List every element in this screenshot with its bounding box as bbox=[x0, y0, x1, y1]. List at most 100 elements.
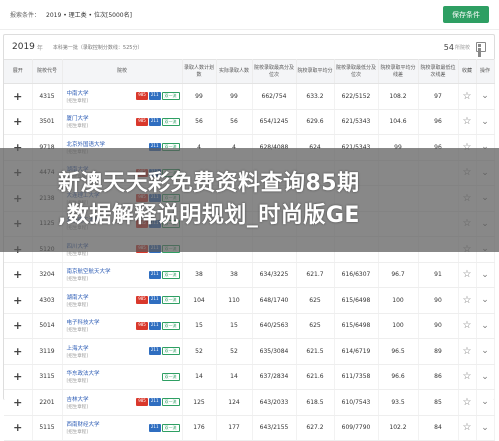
column-header: 收藏 bbox=[458, 59, 477, 84]
lowest-score: 610/7543 bbox=[334, 389, 379, 416]
admit-count: 56 bbox=[216, 109, 253, 135]
school-tag: 双一流 bbox=[161, 296, 180, 304]
action-cell[interactable]: ⌄ bbox=[476, 338, 495, 365]
chevron-down-icon[interactable]: ⌄ bbox=[481, 321, 489, 331]
column-header[interactable]: 院校录取最高分及位次 bbox=[252, 59, 297, 84]
expand-cell[interactable]: + bbox=[4, 415, 33, 441]
favorite-cell[interactable]: ☆ bbox=[458, 389, 477, 416]
plus-icon[interactable]: + bbox=[13, 370, 22, 383]
chevron-down-icon[interactable]: ⌄ bbox=[481, 117, 489, 127]
school-code: 5115 bbox=[32, 415, 63, 441]
average-score: 625 bbox=[296, 287, 335, 314]
chevron-down-icon[interactable]: ⌄ bbox=[481, 91, 489, 101]
favorite-cell[interactable]: ☆ bbox=[458, 262, 477, 288]
school-tags: 双一流 bbox=[161, 372, 180, 381]
plus-icon[interactable]: + bbox=[13, 268, 22, 281]
expand-cell[interactable]: + bbox=[4, 313, 33, 339]
action-cell[interactable]: ⌄ bbox=[476, 83, 495, 110]
table-row: +5014 电子科技大学 [招生章程] 985 211 双一流 15 15 640/2563 62… bbox=[4, 313, 495, 339]
plus-icon[interactable]: + bbox=[13, 115, 22, 128]
school-tags: 985211双一流 bbox=[136, 296, 180, 304]
low-rank-diff: 90 bbox=[418, 313, 459, 339]
highest-score: 654/1245 bbox=[252, 109, 297, 135]
school-tags: 985211双一流 bbox=[136, 398, 180, 406]
school-cell: 电子科技大学 [招生章程] 985 211 双一流 bbox=[62, 313, 183, 339]
column-header[interactable]: 院校录取平均分线差 bbox=[378, 59, 419, 84]
chevron-down-icon[interactable]: ⌄ bbox=[481, 372, 489, 382]
school-tag: 双一流 bbox=[161, 117, 180, 126]
admit-count: 99 bbox=[216, 83, 253, 110]
expand-cell[interactable]: + bbox=[4, 338, 33, 365]
avg-line-diff: 96.6 bbox=[378, 364, 419, 390]
chevron-down-icon[interactable]: ⌄ bbox=[481, 423, 489, 433]
column-header[interactable]: 录取人数计划数 bbox=[182, 59, 217, 84]
school-tag: 985 bbox=[136, 296, 148, 304]
grid-icon[interactable] bbox=[476, 42, 486, 58]
expand-cell[interactable]: + bbox=[4, 83, 33, 110]
column-header[interactable]: 院校录取平均分 bbox=[296, 59, 335, 84]
star-icon[interactable]: ☆ bbox=[463, 422, 472, 433]
action-cell[interactable]: ⌄ bbox=[476, 389, 495, 416]
action-cell[interactable]: ⌄ bbox=[476, 287, 495, 314]
favorite-cell[interactable]: ☆ bbox=[458, 109, 477, 135]
lowest-score: 615/6498 bbox=[334, 287, 379, 314]
star-icon[interactable]: ☆ bbox=[463, 320, 472, 331]
chevron-down-icon[interactable]: ⌄ bbox=[481, 295, 489, 305]
column-header[interactable]: 实际录取人数 bbox=[216, 59, 253, 84]
lowest-score: 622/5152 bbox=[334, 83, 379, 110]
star-icon[interactable]: ☆ bbox=[463, 397, 472, 408]
year-header: 2019 年 本科第一批（录取控制分数线：525分） 54 所院校 bbox=[4, 35, 494, 59]
plus-icon[interactable]: + bbox=[13, 345, 22, 358]
chevron-down-icon[interactable]: ⌄ bbox=[481, 346, 489, 356]
star-icon[interactable]: ☆ bbox=[463, 371, 472, 382]
action-cell[interactable]: ⌄ bbox=[476, 109, 495, 135]
conditions-label: 报索条件： bbox=[10, 12, 41, 19]
star-icon[interactable]: ☆ bbox=[463, 116, 472, 127]
plus-icon[interactable]: + bbox=[13, 319, 22, 332]
chevron-down-icon[interactable]: ⌄ bbox=[481, 397, 489, 407]
favorite-cell[interactable]: ☆ bbox=[458, 83, 477, 110]
favorite-cell[interactable]: ☆ bbox=[458, 364, 477, 390]
action-cell[interactable]: ⌄ bbox=[476, 415, 495, 441]
star-icon[interactable]: ☆ bbox=[463, 269, 472, 280]
chevron-down-icon[interactable]: ⌄ bbox=[481, 270, 489, 280]
expand-cell[interactable]: + bbox=[4, 109, 33, 135]
favorite-cell[interactable]: ☆ bbox=[458, 313, 477, 339]
favorite-cell[interactable]: ☆ bbox=[458, 287, 477, 314]
low-rank-diff: 84 bbox=[418, 415, 459, 441]
highest-score: 634/3225 bbox=[252, 262, 297, 288]
column-header[interactable]: 院校录取最低位次线差 bbox=[418, 59, 459, 84]
low-rank-diff: 91 bbox=[418, 262, 459, 288]
action-cell[interactable]: ⌄ bbox=[476, 364, 495, 390]
expand-cell[interactable]: + bbox=[4, 262, 33, 288]
favorite-cell[interactable]: ☆ bbox=[458, 338, 477, 365]
plus-icon[interactable]: + bbox=[13, 294, 22, 307]
plan-count: 176 bbox=[182, 415, 217, 441]
year-value: 2019 bbox=[12, 42, 35, 52]
plus-icon[interactable]: + bbox=[13, 90, 22, 103]
star-icon[interactable]: ☆ bbox=[463, 295, 472, 306]
action-cell[interactable]: ⌄ bbox=[476, 313, 495, 339]
table-row: +3115 华东政法大学 [招生章程] 双一流 14 14 637/2834 621.6 611… bbox=[4, 364, 495, 390]
school-tag: 985 bbox=[136, 117, 148, 126]
plus-icon[interactable]: + bbox=[13, 396, 22, 409]
expand-cell[interactable]: + bbox=[4, 364, 33, 390]
favorite-cell[interactable]: ☆ bbox=[458, 415, 477, 441]
lowest-score: 611/7358 bbox=[334, 364, 379, 390]
school-tag: 985 bbox=[136, 92, 148, 100]
expand-cell[interactable]: + bbox=[4, 287, 33, 314]
table-row: +3501 厦门大学 [招生章程] 985 211 双一流 56 56 654/1245 629.… bbox=[4, 109, 495, 135]
lowest-score: 609/7790 bbox=[334, 415, 379, 441]
star-icon[interactable]: ☆ bbox=[463, 91, 472, 102]
expand-cell[interactable]: + bbox=[4, 389, 33, 416]
plus-icon[interactable]: + bbox=[13, 421, 22, 434]
average-score: 621.7 bbox=[296, 262, 335, 288]
column-header: 院校代号 bbox=[32, 59, 63, 84]
star-icon[interactable]: ☆ bbox=[463, 346, 472, 357]
action-cell[interactable]: ⌄ bbox=[476, 262, 495, 288]
school-tags: 985211双一流 bbox=[136, 92, 180, 100]
school-tag: 双一流 bbox=[161, 270, 180, 279]
column-header[interactable]: 院校录取最低分及位次 bbox=[334, 59, 379, 84]
plan-count: 99 bbox=[182, 83, 217, 110]
save-conditions-button[interactable]: 保存条件 bbox=[443, 6, 489, 23]
